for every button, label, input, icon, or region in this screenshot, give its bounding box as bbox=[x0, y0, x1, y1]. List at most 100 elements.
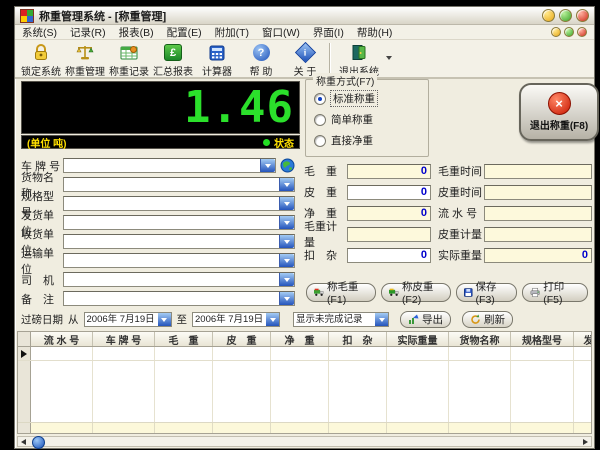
menu-extra[interactable]: 附加(T) bbox=[215, 25, 249, 40]
col-actual[interactable]: 实际重量 bbox=[387, 332, 449, 346]
weigh-mode-title: 称重方式(F7) bbox=[313, 73, 377, 88]
child-minimize-button[interactable] bbox=[551, 27, 561, 37]
plate-number-combo[interactable] bbox=[63, 158, 276, 173]
chevron-down-icon[interactable] bbox=[375, 313, 388, 326]
lock-system-button[interactable]: 锁定系统 bbox=[19, 42, 63, 78]
col-serial[interactable]: 流 水 号 bbox=[31, 332, 93, 346]
to-label: 至 bbox=[177, 312, 188, 327]
gross-meter-field[interactable] bbox=[347, 227, 431, 242]
scroll-left-arrow-icon[interactable] bbox=[18, 437, 29, 446]
chevron-down-icon[interactable] bbox=[266, 313, 279, 326]
help-button[interactable]: ? 帮 助 bbox=[239, 42, 283, 78]
chevron-down-icon[interactable] bbox=[279, 254, 294, 267]
current-row-marker-icon bbox=[21, 350, 27, 358]
transporter-combo[interactable] bbox=[63, 253, 295, 268]
scrollbar-thumb[interactable] bbox=[32, 436, 45, 449]
col-shipper[interactable]: 发货单位 bbox=[574, 332, 592, 346]
summary-report-button[interactable]: £ 汇总报表 bbox=[151, 42, 195, 78]
col-spec[interactable]: 规格型号 bbox=[511, 332, 574, 346]
title-bar: 称重管理系统 - [称重管理] bbox=[15, 7, 594, 25]
menu-system[interactable]: 系统(S) bbox=[22, 25, 57, 40]
chevron-down-icon[interactable] bbox=[158, 313, 171, 326]
scale-icon bbox=[76, 43, 94, 62]
date-to-combo[interactable]: 2006年 7月19日 bbox=[192, 312, 280, 327]
minimize-button[interactable] bbox=[542, 9, 555, 22]
col-deduct[interactable]: 扣 杂 bbox=[329, 332, 387, 346]
deduction-field[interactable]: 0 bbox=[347, 248, 431, 263]
app-logo-icon bbox=[20, 9, 34, 23]
weigh-tare-button[interactable]: 称皮重 (F2) bbox=[381, 283, 451, 302]
exit-weigh-button[interactable]: × 退出称重(F8) bbox=[519, 83, 599, 141]
col-net[interactable]: 净 重 bbox=[271, 332, 329, 346]
driver-combo[interactable] bbox=[63, 272, 295, 287]
radio-simple-weigh[interactable]: 简单称重 bbox=[314, 112, 373, 127]
receiver-combo[interactable] bbox=[63, 234, 295, 249]
remark-combo[interactable] bbox=[63, 291, 295, 306]
transporter-row: 运输单位 bbox=[21, 253, 295, 268]
export-button[interactable]: 导出 bbox=[400, 311, 451, 328]
actual-weight-field[interactable]: 0 bbox=[484, 248, 592, 263]
chevron-down-icon[interactable] bbox=[279, 216, 294, 229]
print-button[interactable]: 打印 (F5) bbox=[522, 283, 588, 302]
show-filter-combo[interactable]: 显示未完成记录 bbox=[293, 312, 389, 327]
weigh-mode-group: 称重方式(F7) 标准称重 简单称重 直接净重 bbox=[305, 79, 429, 157]
date-from-combo[interactable]: 2006年 7月19日 bbox=[84, 312, 172, 327]
plate-lookup-button[interactable] bbox=[279, 158, 296, 174]
menu-ui[interactable]: 界面(I) bbox=[313, 25, 344, 40]
menu-config[interactable]: 配置(E) bbox=[167, 25, 202, 40]
maximize-button[interactable] bbox=[559, 9, 572, 22]
radio-direct-net[interactable]: 直接净重 bbox=[314, 133, 373, 148]
goods-name-combo[interactable] bbox=[63, 177, 295, 192]
toolbar-overflow-caret-icon[interactable] bbox=[386, 56, 392, 60]
window-title: 称重管理系统 - [称重管理] bbox=[39, 8, 166, 24]
radio-icon bbox=[314, 93, 326, 105]
transporter-value bbox=[64, 254, 279, 267]
weigh-manage-button[interactable]: 称重管理 bbox=[63, 42, 107, 78]
child-close-button[interactable] bbox=[577, 27, 587, 37]
from-label: 从 bbox=[68, 312, 79, 327]
exit-door-icon bbox=[351, 43, 367, 62]
table-row[interactable] bbox=[18, 347, 591, 361]
chevron-down-icon[interactable] bbox=[279, 273, 294, 286]
weigh-gross-button[interactable]: 称毛重 (F1) bbox=[306, 283, 376, 302]
menu-records[interactable]: 记录(R) bbox=[70, 25, 106, 40]
deduction-row: 扣 杂 0 实际重量 0 bbox=[304, 247, 592, 263]
save-button[interactable]: 保存 (F3) bbox=[456, 283, 517, 302]
shipper-combo[interactable] bbox=[63, 215, 295, 230]
gross-time-field[interactable] bbox=[484, 164, 592, 179]
records-table: 流 水 号 车 牌 号 毛 重 皮 重 净 重 扣 杂 实际重量 货物名称 规格… bbox=[17, 331, 592, 434]
menu-window[interactable]: 窗口(W) bbox=[262, 25, 300, 40]
report-icon: £ bbox=[164, 43, 182, 62]
chevron-down-icon[interactable] bbox=[260, 159, 275, 172]
tare-weight-field[interactable]: 0 bbox=[347, 185, 431, 200]
col-tare[interactable]: 皮 重 bbox=[213, 332, 271, 346]
table-grid-icon bbox=[120, 43, 138, 62]
tare-time-field[interactable] bbox=[484, 185, 592, 200]
col-plate[interactable]: 车 牌 号 bbox=[93, 332, 155, 346]
spec-model-combo[interactable] bbox=[63, 196, 295, 211]
col-goods[interactable]: 货物名称 bbox=[449, 332, 511, 346]
chevron-down-icon[interactable] bbox=[279, 292, 294, 305]
shipper-value bbox=[64, 216, 279, 229]
weigh-records-button[interactable]: 称重记录 bbox=[107, 42, 151, 78]
radio-standard-weigh[interactable]: 标准称重 bbox=[314, 91, 377, 106]
child-restore-button[interactable] bbox=[564, 27, 574, 37]
serial-number-field[interactable] bbox=[484, 206, 592, 221]
menu-help[interactable]: 帮助(H) bbox=[357, 25, 393, 40]
col-gross[interactable]: 毛 重 bbox=[155, 332, 213, 346]
calculator-button[interactable]: 计算器 bbox=[195, 42, 239, 78]
scroll-right-arrow-icon[interactable] bbox=[580, 437, 591, 446]
horizontal-scrollbar[interactable] bbox=[17, 436, 592, 447]
close-button[interactable] bbox=[576, 9, 589, 22]
chevron-down-icon[interactable] bbox=[279, 197, 294, 210]
tare-meter-field[interactable] bbox=[484, 227, 592, 242]
gross-weight-field[interactable]: 0 bbox=[347, 164, 431, 179]
chevron-down-icon[interactable] bbox=[279, 178, 294, 191]
save-disk-icon bbox=[464, 287, 473, 298]
about-icon: i bbox=[294, 42, 315, 63]
driver-value bbox=[64, 273, 279, 286]
refresh-button[interactable]: 刷新 bbox=[462, 311, 513, 328]
menu-reports[interactable]: 报表(B) bbox=[119, 25, 154, 40]
chevron-down-icon[interactable] bbox=[279, 235, 294, 248]
net-weight-field[interactable]: 0 bbox=[347, 206, 431, 221]
